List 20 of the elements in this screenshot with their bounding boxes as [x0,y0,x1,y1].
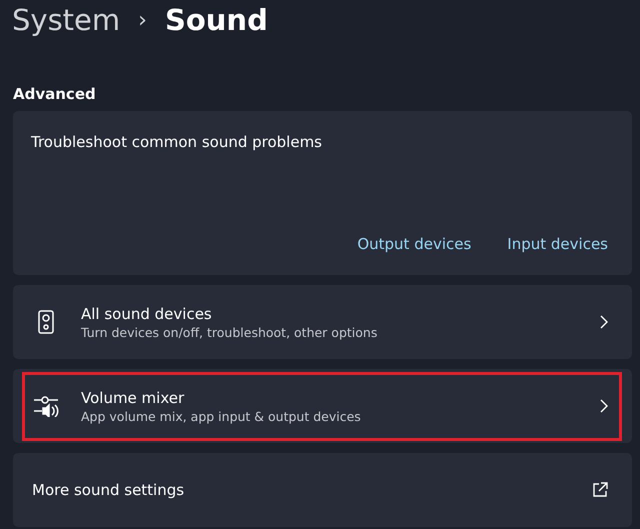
troubleshoot-link[interactable]: Input devices [507,235,608,253]
settings-row[interactable]: All sound devices Turn devices on/off, troubleshoot, other options [13,285,632,359]
settings-row[interactable]: More sound settings [13,453,632,527]
settings-row[interactable]: Volume mixer App volume mix, app input & output devices [13,369,632,443]
speaker-icon [38,310,54,334]
card-title: Troubleshoot common sound problems [31,133,323,151]
troubleshoot-link[interactable]: Output devices [357,235,472,253]
item-title: All sound devices [81,304,213,322]
chevron-icon [600,315,608,329]
item-title: More sound settings [32,481,186,499]
external-link-icon [592,482,608,498]
mixer-icon [33,395,59,417]
item-title: Volume mixer [81,388,186,406]
item-description: Turn devices on/off, troubleshoot, other options [81,324,378,340]
breadcrumb-parent[interactable]: System [12,3,120,37]
item-description: App volume mix, app input & output devices [81,408,362,424]
section-heading: Advanced [13,85,97,103]
page-title: Sound [164,3,268,37]
chevron-icon [600,399,608,413]
breadcrumb-separator: › [138,8,147,32]
